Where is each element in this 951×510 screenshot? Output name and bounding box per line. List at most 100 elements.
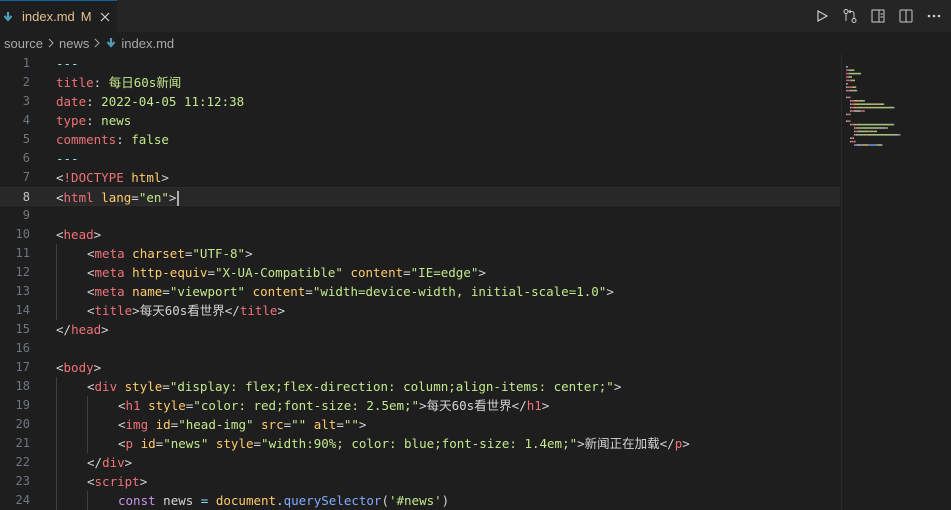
code-token: < [87, 246, 95, 261]
minimap-token [855, 127, 857, 129]
code-line[interactable]: 6 --- [0, 149, 840, 168]
open-preview-to-side-icon[interactable] [869, 7, 887, 25]
code-line[interactable]: 7 <!DOCTYPE html> [0, 168, 840, 187]
code-token: </ [87, 455, 103, 470]
minimap-token [876, 130, 877, 133]
minimap-token [846, 79, 851, 82]
code-line[interactable]: 21 <p id="news" style="width:90%; color: … [0, 434, 840, 453]
code-line[interactable]: 13 <meta name="viewport" content="width=d… [0, 282, 840, 301]
minimap-token [851, 110, 854, 112]
indent-guide [56, 472, 57, 491]
text-cursor [177, 191, 180, 206]
tab-index-md[interactable]: index.md M [0, 0, 117, 32]
code-token: lang [101, 190, 132, 205]
minimap-token [847, 86, 852, 88]
code-line[interactable]: 22 </div> [0, 453, 840, 472]
code-token: "width:90%; color: blue;font-size: 1.4em… [261, 436, 578, 451]
code-token: < [87, 284, 95, 299]
open-changes-icon[interactable] [841, 7, 859, 25]
minimap-token [852, 79, 855, 82]
code-text: <meta charset="UTF-8"> [87, 244, 253, 263]
code-line[interactable]: 3 date: 2022-04-05 11:12:38 [0, 92, 840, 111]
code-line[interactable]: 11 <meta charset="UTF-8"> [0, 244, 840, 263]
code-line[interactable]: 23 <script> [0, 472, 840, 491]
code-line[interactable]: 24 const news = document.querySelector('#… [0, 491, 840, 510]
code-text: <h1 style="color: red;font-size: 2.5em;"… [118, 396, 549, 415]
minimap-token [854, 106, 857, 109]
minimap-token [853, 106, 855, 109]
code-line[interactable]: 19 <h1 style="color: red;font-size: 2.5em… [0, 396, 840, 415]
code-token: "en" [138, 190, 169, 205]
code-token: "" [343, 417, 359, 432]
code-token: > [93, 360, 102, 375]
minimap-token [856, 106, 858, 109]
more-actions-icon[interactable] [925, 7, 943, 25]
code-token: "X-UA-Compatible" [214, 265, 343, 280]
line-number: 12 [15, 265, 30, 279]
run-icon[interactable] [813, 7, 831, 25]
code-token: > [101, 322, 109, 337]
split-editor-icon[interactable] [897, 7, 915, 25]
code-line[interactable]: 12 <meta http-equiv="X-UA-Compatible" con… [0, 263, 840, 282]
minimap-token [872, 103, 877, 105]
code-line[interactable]: 1 --- [0, 54, 840, 73]
line-number: 15 [15, 322, 30, 336]
code-line[interactable]: 17 <body> [0, 358, 840, 377]
code-token: div [102, 455, 125, 470]
line-number: 10 [15, 227, 30, 241]
breadcrumb-item-file[interactable]: index.md [121, 36, 174, 51]
minimap-token [855, 134, 856, 136]
indent-guide [87, 491, 88, 510]
minimap-token [847, 89, 850, 92]
line-number: 18 [15, 379, 30, 393]
code-line[interactable]: 4 type: news [0, 111, 840, 130]
code-line[interactable]: 9 [0, 206, 840, 225]
minimap-token [856, 130, 858, 133]
code-line[interactable]: 10 <head> [0, 225, 840, 244]
indent-guide [56, 301, 57, 320]
minimap-token [868, 144, 877, 146]
code-line[interactable]: 2 title: 每日60s新闻 [0, 73, 840, 92]
code-token: p [125, 436, 134, 451]
breadcrumb-item-news[interactable]: news [59, 36, 89, 51]
code-line[interactable]: 20 <img id="head-img" src="" alt=""> [0, 415, 840, 434]
code-token: meta [94, 246, 125, 261]
line-number: 21 [15, 436, 30, 450]
code-line[interactable]: 5 comments: false [0, 130, 840, 149]
code-token: < [56, 360, 64, 375]
line-number: 23 [15, 474, 30, 488]
code-line[interactable]: 14 <title>每天60s看世界</title> [0, 301, 840, 320]
code-token: = [305, 284, 313, 299]
code-token: body [63, 360, 94, 375]
minimap-token [849, 96, 851, 99]
breadcrumb-item-source[interactable]: source [4, 36, 43, 51]
line-number: 5 [22, 132, 30, 146]
minimap-token [851, 106, 854, 109]
code-token: querySelector [283, 493, 382, 508]
code-line[interactable]: 18 <div style="display: flex;flex-directi… [0, 377, 840, 396]
code-text: <title>每天60s看世界</title> [87, 301, 285, 320]
code-line[interactable]: 8 <html lang="en"> [0, 187, 840, 206]
indent-guide [56, 434, 57, 453]
chevron-right-icon [93, 38, 101, 48]
code-token: > [682, 436, 690, 451]
code-token: = [336, 417, 344, 432]
code-token: head [63, 227, 94, 242]
close-icon[interactable] [100, 9, 110, 25]
minimap-token [849, 89, 851, 92]
code-token: '#news' [388, 493, 442, 508]
code-token: http-equiv [132, 265, 208, 280]
code-line[interactable]: 15 </head> [0, 320, 840, 339]
code-editor[interactable]: 1 --- 2 title: 每日60s新闻 3 date: 2022-04-05 11:… [0, 54, 840, 510]
indent-guide [56, 396, 57, 415]
code-line[interactable]: 16 [0, 339, 840, 358]
indent-guide [56, 491, 57, 510]
minimap-token [883, 103, 885, 105]
minimap-token [862, 144, 868, 146]
code-text: </head> [56, 320, 109, 339]
minimap[interactable] [842, 64, 940, 150]
minimap-token [853, 103, 855, 105]
